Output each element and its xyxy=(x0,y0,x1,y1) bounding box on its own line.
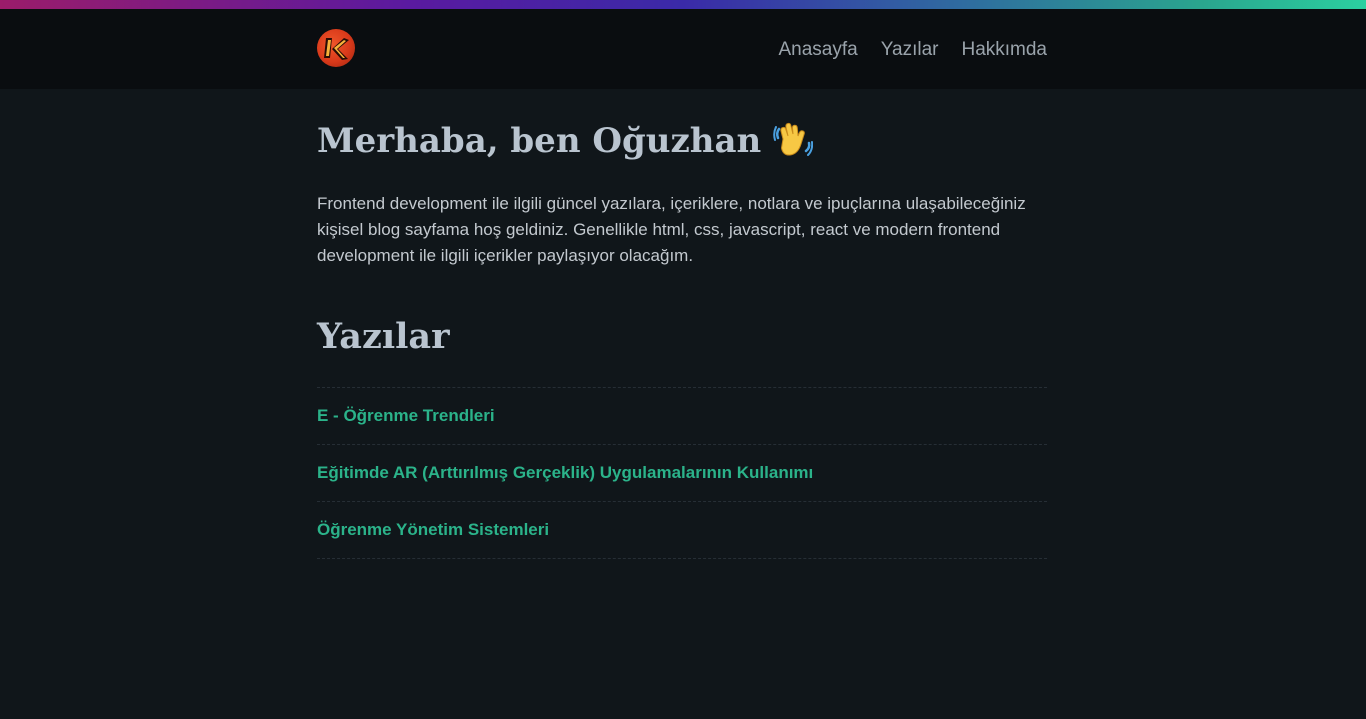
nav-link-about[interactable]: Hakkımda xyxy=(961,39,1047,61)
header-container: Anasayfa Yazılar Hakkımda xyxy=(317,9,1047,89)
waving-hand-icon xyxy=(773,121,814,161)
logo-k-icon[interactable] xyxy=(317,29,355,67)
nav-link-posts[interactable]: Yazılar xyxy=(881,39,939,61)
nav-link-home[interactable]: Anasayfa xyxy=(779,39,858,61)
intro-paragraph: Frontend development ile ilgili güncel y… xyxy=(317,194,1026,265)
post-link[interactable]: E - Öğrenme Trendleri xyxy=(317,406,495,426)
post-list-item: Eğitimde AR (Arttırılmış Gerçeklik) Uygu… xyxy=(317,445,1047,502)
post-link[interactable]: Eğitimde AR (Arttırılmış Gerçeklik) Uygu… xyxy=(317,463,813,483)
post-list: E - Öğrenme Trendleri Eğitimde AR (Arttı… xyxy=(317,387,1047,559)
post-list-item: Öğrenme Yönetim Sistemleri xyxy=(317,502,1047,559)
hero-title-text: Merhaba, ben Oğuzhan xyxy=(317,121,762,161)
post-link[interactable]: Öğrenme Yönetim Sistemleri xyxy=(317,520,549,540)
top-gradient-bar xyxy=(0,0,1366,9)
post-list-item: E - Öğrenme Trendleri xyxy=(317,388,1047,445)
site-header: Anasayfa Yazılar Hakkımda xyxy=(0,9,1366,89)
main-nav: Anasayfa Yazılar Hakkımda xyxy=(779,39,1048,61)
posts-section-title: Yazılar xyxy=(317,316,450,357)
hero-title: Merhaba, ben Oğuzhan xyxy=(317,119,814,163)
